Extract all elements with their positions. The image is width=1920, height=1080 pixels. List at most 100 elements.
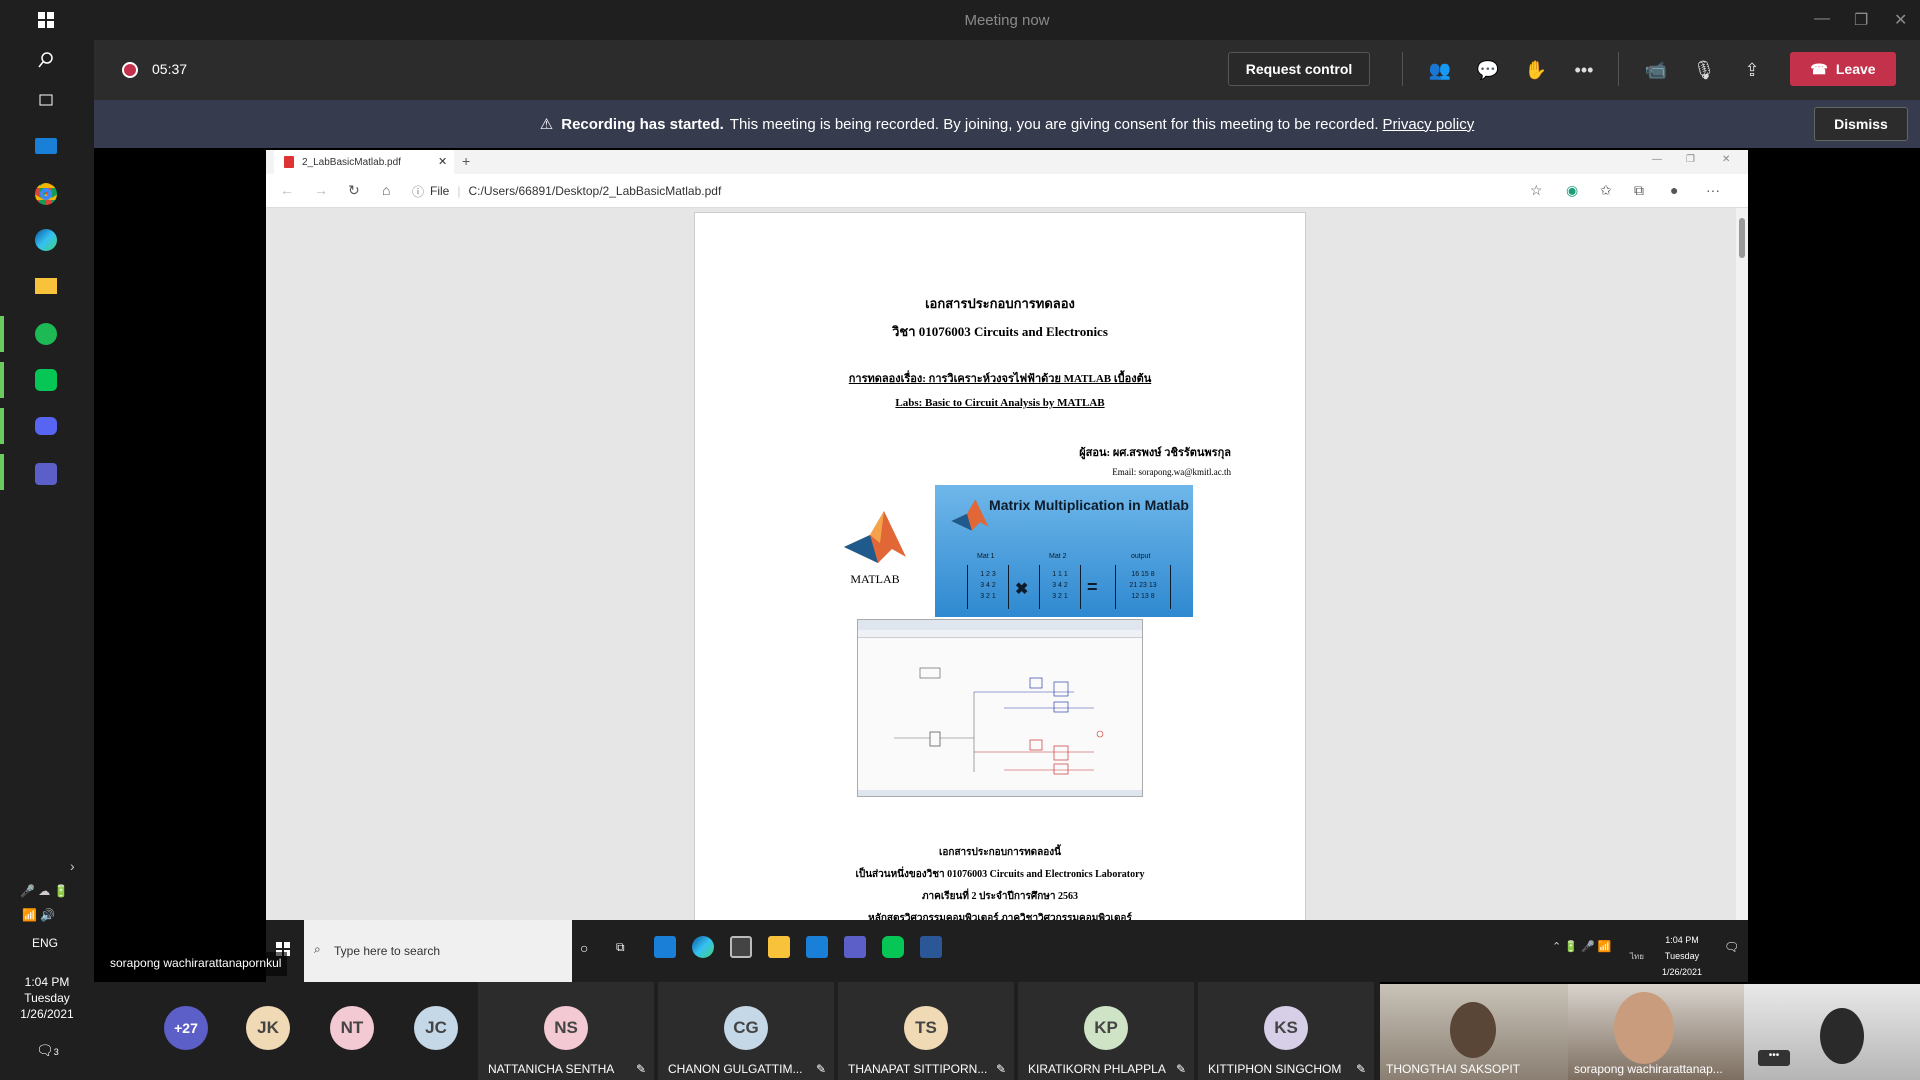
matrix-output: 16 15 8 21 23 13 12 13 8 xyxy=(1115,565,1171,609)
overflow-participants-count[interactable]: +27 xyxy=(164,1006,208,1050)
shared-word-icon[interactable] xyxy=(920,936,942,958)
discord-icon[interactable] xyxy=(30,410,62,442)
network-volume-icons[interactable]: 📶 🔊 xyxy=(22,908,55,922)
warning-icon: ⚠ xyxy=(539,116,554,133)
shared-line-icon[interactable] xyxy=(882,936,904,958)
cortana-icon[interactable]: ○ xyxy=(580,940,588,956)
extension-icon[interactable]: ◉ xyxy=(1566,182,1578,199)
search-icon[interactable] xyxy=(30,44,62,76)
simulink-toolbar xyxy=(858,620,1142,630)
back-icon[interactable]: ← xyxy=(280,182,294,198)
task-view-icon[interactable] xyxy=(30,84,62,116)
browser-maximize-icon[interactable]: ❐ xyxy=(1686,154,1695,165)
participant-card[interactable]: KP KIRATIKORN PHLAPPLA ✎ xyxy=(1018,982,1194,1080)
shared-mail-icon[interactable] xyxy=(806,936,828,958)
shared-teams-icon[interactable] xyxy=(844,936,866,958)
home-icon[interactable]: ⌂ xyxy=(382,182,390,198)
pdf-file-icon xyxy=(284,156,294,168)
participant-card[interactable]: TS THANAPAT SITTIPORN... ✎ xyxy=(838,982,1014,1080)
leave-button[interactable]: ☎ Leave xyxy=(1790,52,1896,86)
participant-video-tile[interactable]: THONGTHAI SAKSOPIT xyxy=(1380,984,1568,1080)
profile-avatar[interactable]: ● xyxy=(1670,182,1678,198)
simulink-screenshot-image xyxy=(857,619,1143,797)
meeting-timer: 05:37 xyxy=(152,61,188,77)
forward-icon[interactable]: → xyxy=(314,182,328,198)
line-icon[interactable] xyxy=(30,364,62,396)
address-bar[interactable]: ⓘ File | C:/Users/66891/Desktop/2_LabBas… xyxy=(412,179,1562,203)
shared-clock[interactable]: 1:04 PM Tuesday 1/26/2021 xyxy=(1652,932,1712,980)
language-indicator[interactable]: ENG xyxy=(0,936,90,950)
shared-task-view-icon[interactable]: ⧉ xyxy=(616,940,625,955)
window-title: Meeting now xyxy=(964,11,1050,29)
new-tab-icon[interactable]: + xyxy=(462,153,470,169)
dismiss-button[interactable]: Dismiss xyxy=(1814,107,1908,141)
share-screen-icon[interactable]: ⇪ xyxy=(1738,56,1766,84)
shared-search-icon: ⌕ xyxy=(314,942,321,956)
windows-start-icon[interactable] xyxy=(30,4,62,36)
participant-card[interactable]: NS NATTANICHA SENTHA ✎ xyxy=(478,982,654,1080)
participant-initials: TS xyxy=(904,1006,948,1050)
shared-language-indicator[interactable]: ไทย xyxy=(1630,950,1644,963)
shared-store-bag-icon[interactable] xyxy=(730,936,752,958)
microphone-muted-icon[interactable]: 🎙 xyxy=(1690,56,1718,84)
notification-count: 3 xyxy=(53,1047,59,1057)
browser-minimize-icon[interactable]: — xyxy=(1652,154,1662,165)
shared-tray-icons[interactable]: ⌃ 🔋 🎤 📶 xyxy=(1552,940,1611,953)
notification-icon[interactable]: 🗨3 xyxy=(36,1042,59,1059)
clock-day: Tuesday xyxy=(24,991,70,1005)
raise-hand-icon[interactable]: ✋ xyxy=(1522,56,1550,84)
scrollbar-thumb[interactable] xyxy=(1739,218,1745,258)
participant-initials: NS xyxy=(544,1006,588,1050)
window-title-bar: Meeting now — ❐ ✕ xyxy=(94,0,1920,40)
shared-notification-icon[interactable]: 🗨 xyxy=(1724,940,1739,954)
participant-card[interactable]: CG CHANON GULGATTIM... ✎ xyxy=(658,982,834,1080)
collections-icon[interactable]: ⧉ xyxy=(1634,182,1644,199)
participants-icon[interactable]: 👥 xyxy=(1426,56,1454,84)
matrix-row: 21 23 13 xyxy=(1129,582,1157,589)
participant-video-tile[interactable]: sorapong wachirarattanap... xyxy=(1568,984,1744,1080)
browser-menu-icon[interactable]: ··· xyxy=(1706,182,1720,198)
mat2-label: Mat 2 xyxy=(1049,553,1067,560)
close-icon[interactable]: ✕ xyxy=(1894,10,1907,30)
refresh-icon[interactable]: ↻ xyxy=(348,182,360,199)
more-options-icon[interactable]: ••• xyxy=(1570,56,1598,84)
shared-search-box[interactable]: ⌕ Type here to search xyxy=(304,920,572,982)
mail-icon[interactable] xyxy=(30,130,62,162)
browser-tab[interactable]: 2_LabBasicMatlab.pdf ✕ xyxy=(274,150,454,174)
divider xyxy=(1402,52,1403,86)
shared-file-explorer-icon[interactable] xyxy=(768,936,790,958)
clock[interactable]: 1:04 PM Tuesday 1/26/2021 xyxy=(0,974,94,1022)
participant-initials: CG xyxy=(724,1006,768,1050)
tray-icons[interactable]: 🎤 ☁ 🔋 xyxy=(20,884,69,898)
participant-video-tile[interactable]: ••• xyxy=(1744,984,1920,1080)
chevron-right-icon[interactable]: › xyxy=(70,858,75,874)
participant-avatar[interactable]: JC xyxy=(414,1006,458,1050)
pdf-viewer[interactable]: เอกสารประกอบการทดลอง วิชา 01076003 Circu… xyxy=(266,208,1748,920)
presenter-name-label: sorapong wachirarattanapornkul xyxy=(104,952,288,976)
pdf-page: เอกสารประกอบการทดลอง วิชา 01076003 Circu… xyxy=(694,212,1306,920)
spotify-icon[interactable] xyxy=(30,318,62,350)
info-icon: ⓘ xyxy=(412,184,425,199)
chat-icon[interactable]: 💬 xyxy=(1474,56,1502,84)
tab-close-icon[interactable]: ✕ xyxy=(438,155,447,168)
favorites-icon[interactable]: ✩ xyxy=(1600,182,1612,199)
browser-close-icon[interactable]: ✕ xyxy=(1722,154,1730,165)
video-more-icon[interactable]: ••• xyxy=(1758,1050,1790,1066)
shared-store-icon[interactable] xyxy=(654,936,676,958)
pdf-scrollbar[interactable] xyxy=(1736,208,1748,920)
participant-avatar[interactable]: NT xyxy=(330,1006,374,1050)
teams-icon[interactable] xyxy=(30,458,62,490)
edge-icon[interactable] xyxy=(30,224,62,256)
request-control-button[interactable]: Request control xyxy=(1228,52,1370,86)
participant-avatar[interactable]: JK xyxy=(246,1006,290,1050)
favorite-add-icon[interactable]: ☆ xyxy=(1530,182,1543,199)
participant-name: KITTIPHON SINGCHOM xyxy=(1208,1062,1342,1076)
file-explorer-icon[interactable] xyxy=(30,270,62,302)
maximize-icon[interactable]: ❐ xyxy=(1854,10,1868,30)
privacy-policy-link[interactable]: Privacy policy xyxy=(1383,116,1475,133)
participant-card[interactable]: KS KITTIPHON SINGCHOM ✎ xyxy=(1198,982,1374,1080)
chrome-icon[interactable] xyxy=(30,178,62,210)
camera-icon[interactable]: 📹 xyxy=(1642,56,1670,84)
shared-edge-icon[interactable] xyxy=(692,936,714,958)
minimize-icon[interactable]: — xyxy=(1814,10,1830,28)
